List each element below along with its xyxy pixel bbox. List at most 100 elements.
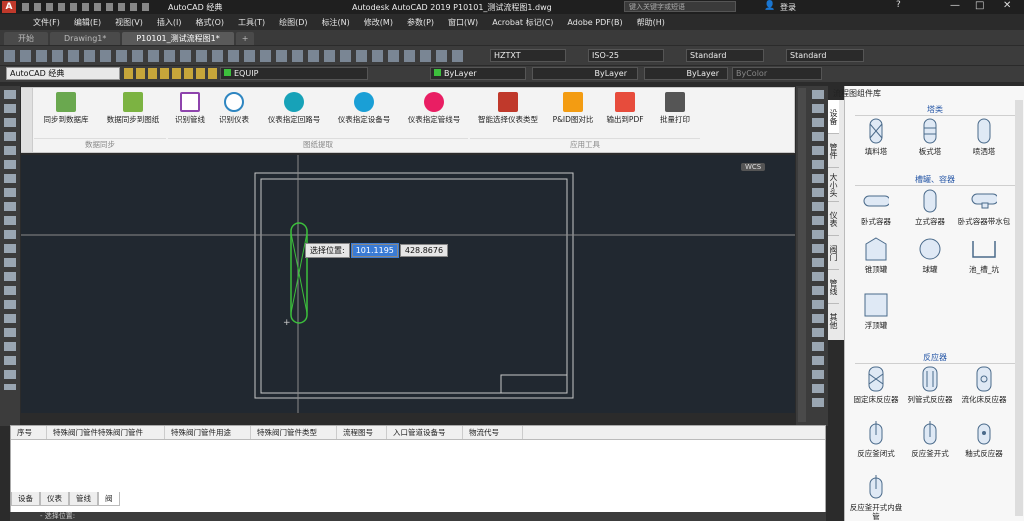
workspace-combo[interactable]: AutoCAD 经典 xyxy=(6,67,120,80)
palette-item-fluidized-bed-reactor[interactable]: 流化床反应器 xyxy=(957,366,1011,404)
assign-equipment-button[interactable]: 仪表指定设备号 xyxy=(332,92,396,124)
batch-print-button[interactable]: 批量打印 xyxy=(652,92,698,124)
col-special-fitting[interactable]: 特殊阀门管件特殊阀门管件 xyxy=(47,426,165,439)
col-fitting-usage[interactable]: 特殊阀门管件用途 xyxy=(165,426,251,439)
palette-item-horizontal-vessel[interactable]: 卧式容器 xyxy=(849,188,903,226)
menu-draw[interactable]: 绘图(D) xyxy=(272,17,314,28)
menu-modify[interactable]: 修改(M) xyxy=(357,17,400,28)
maximize-button[interactable]: □ xyxy=(975,0,984,11)
table-style-combo[interactable]: Standard xyxy=(686,49,764,62)
color-combo[interactable]: ByLayer xyxy=(430,67,526,80)
palette-item-spherical-tank[interactable]: 球罐 xyxy=(903,236,957,274)
ribbon-side-icons[interactable] xyxy=(21,88,33,152)
sync-to-db-button[interactable]: 同步到数据库 xyxy=(38,92,94,124)
palette-item-open-kettle-coil[interactable]: 反应釜开式内盘管 xyxy=(849,474,903,521)
palette-item-packed-tower[interactable]: 填料塔 xyxy=(849,118,903,156)
menu-tools[interactable]: 工具(T) xyxy=(231,17,272,28)
palette-item-fixed-bed-reactor[interactable]: 固定床反应器 xyxy=(849,366,903,404)
grid-tab-equipment[interactable]: 设备 xyxy=(11,492,40,506)
side-tab-other[interactable]: 其他 xyxy=(828,304,839,338)
layer-tool-icons[interactable] xyxy=(124,68,220,79)
palette-item-tray-tower[interactable]: 板式塔 xyxy=(903,118,957,156)
palette-item-axial-reactor[interactable]: 釉式反应器 xyxy=(957,420,1011,458)
menu-adobe-pdf[interactable]: Adobe PDF(B) xyxy=(560,18,629,27)
side-tab-valve[interactable]: 阀门 xyxy=(828,236,839,270)
layer-combo[interactable]: EQUIP xyxy=(220,67,368,80)
col-index[interactable]: 序号 xyxy=(11,426,47,439)
new-tab-button[interactable]: + xyxy=(235,32,255,45)
linetype-combo[interactable]: ByLayer xyxy=(532,67,638,80)
grid-tab-valve[interactable]: 阀 xyxy=(98,492,120,506)
plotstyle-combo[interactable]: ByColor xyxy=(732,67,822,80)
palette-item-closed-kettle-reactor[interactable]: 反应釜闭式 xyxy=(849,420,903,458)
modify-tool-icons[interactable] xyxy=(812,90,824,410)
palette-scrollbar[interactable] xyxy=(1015,100,1023,516)
login-label[interactable]: 登录 xyxy=(780,2,796,13)
palette-item-spray-tower[interactable]: 喷洒塔 xyxy=(957,118,1011,156)
menu-edit[interactable]: 编辑(E) xyxy=(67,17,108,28)
canvas-vscrollbar[interactable] xyxy=(798,88,806,422)
grid-tab-pipeline[interactable]: 管线 xyxy=(69,492,98,506)
menu-help[interactable]: 帮助(H) xyxy=(630,17,672,28)
col-fitting-type[interactable]: 特殊阀门管件类型 xyxy=(251,426,337,439)
pid-compare-button[interactable]: P&ID图对比 xyxy=(548,92,598,124)
command-line[interactable]: - 选择位置: xyxy=(10,512,826,521)
x-coordinate-input[interactable]: 101.1195 xyxy=(350,242,399,258)
side-tab-reducer[interactable]: 大小头 xyxy=(828,168,839,202)
pipeline-icon xyxy=(180,92,200,112)
workspace-label[interactable]: AutoCAD 经典 xyxy=(168,2,222,13)
palette-item-tubular-reactor[interactable]: 列管式反应器 xyxy=(903,366,957,404)
export-pdf-button[interactable]: 输出到PDF xyxy=(602,92,648,124)
multileader-style-combo[interactable]: Standard xyxy=(786,49,864,62)
col-inlet-pipe[interactable]: 入口管道设备号 xyxy=(387,426,463,439)
menu-window[interactable]: 窗口(W) xyxy=(441,17,485,28)
text-style-combo[interactable]: HZTXT xyxy=(490,49,566,62)
menu-view[interactable]: 视图(V) xyxy=(108,17,150,28)
menu-format[interactable]: 格式(O) xyxy=(188,17,231,28)
assign-loop-button[interactable]: 仪表指定回路号 xyxy=(262,92,326,124)
file-tab-bar: 开始 Drawing1* P10101_测试流程图1* + xyxy=(0,30,1024,45)
close-button[interactable]: ✕ xyxy=(1003,0,1011,11)
menu-parameters[interactable]: 参数(P) xyxy=(400,17,441,28)
assign-pipeline-button[interactable]: 仪表指定管线号 xyxy=(402,92,466,124)
wcs-label[interactable]: WCS xyxy=(741,163,766,171)
recognize-pipeline-button[interactable]: 识别管线 xyxy=(170,92,210,124)
side-tab-fittings[interactable]: 管件 xyxy=(828,134,839,168)
menu-file[interactable]: 文件(F) xyxy=(26,17,67,28)
search-box[interactable]: 键入关键字或短语 xyxy=(624,1,736,12)
instrument-icon xyxy=(224,92,244,112)
dim-style-combo[interactable]: ISO-25 xyxy=(588,49,664,62)
col-drawing-no[interactable]: 流程图号 xyxy=(337,426,387,439)
side-tab-pipeline[interactable]: 管线 xyxy=(828,270,839,304)
palette-item-pit[interactable]: 池_槽_坑 xyxy=(957,236,1011,274)
recognize-instrument-button[interactable]: 识别仪表 xyxy=(214,92,254,124)
user-icon[interactable]: 👤 xyxy=(764,1,775,11)
palette-item-cone-roof-tank[interactable]: 锥顶罐 xyxy=(849,236,903,274)
modify-toolbar xyxy=(796,86,828,426)
help-icon[interactable]: ? xyxy=(896,0,901,10)
palette-item-vertical-vessel[interactable]: 立式容器 xyxy=(903,188,957,226)
menu-insert[interactable]: 插入(I) xyxy=(150,17,189,28)
palette-item-horizontal-vessel-boot[interactable]: 卧式容器带水包 xyxy=(957,188,1011,226)
side-tab-equipment[interactable]: 设备 xyxy=(828,100,839,134)
lineweight-combo[interactable]: ByLayer xyxy=(644,67,728,80)
palette-item-floating-roof-tank[interactable]: 浮顶罐 xyxy=(849,292,903,330)
tab-start[interactable]: 开始 xyxy=(4,32,48,45)
col-stream-code[interactable]: 物流代号 xyxy=(463,426,523,439)
standard-tool-icons[interactable] xyxy=(4,50,464,62)
draw-tool-icons[interactable] xyxy=(4,90,16,390)
y-coordinate-input[interactable]: 428.8676 xyxy=(399,243,449,257)
autocad-logo-icon[interactable]: A xyxy=(2,1,16,13)
drawing-canvas[interactable]: + WCS 选择位置: 101.1195 428.8676 xyxy=(21,155,795,413)
grid-tab-instrument[interactable]: 仪表 xyxy=(40,492,69,506)
menu-acrobat[interactable]: Acrobat 标记(C) xyxy=(485,17,560,28)
tab-drawing1[interactable]: Drawing1* xyxy=(50,32,121,45)
side-tab-instrument[interactable]: 仪表 xyxy=(828,202,839,236)
smart-select-instrument-button[interactable]: 智能选择仪表类型 xyxy=(472,92,544,124)
menu-dimension[interactable]: 标注(N) xyxy=(315,17,357,28)
quick-access-icons[interactable] xyxy=(22,3,152,11)
tab-p10101[interactable]: P10101_测试流程图1* xyxy=(122,32,234,45)
minimize-button[interactable]: — xyxy=(950,0,960,11)
palette-item-open-kettle-reactor[interactable]: 反应釜开式 xyxy=(903,420,957,458)
sync-to-drawing-button[interactable]: 数据同步到图纸 xyxy=(98,92,168,124)
